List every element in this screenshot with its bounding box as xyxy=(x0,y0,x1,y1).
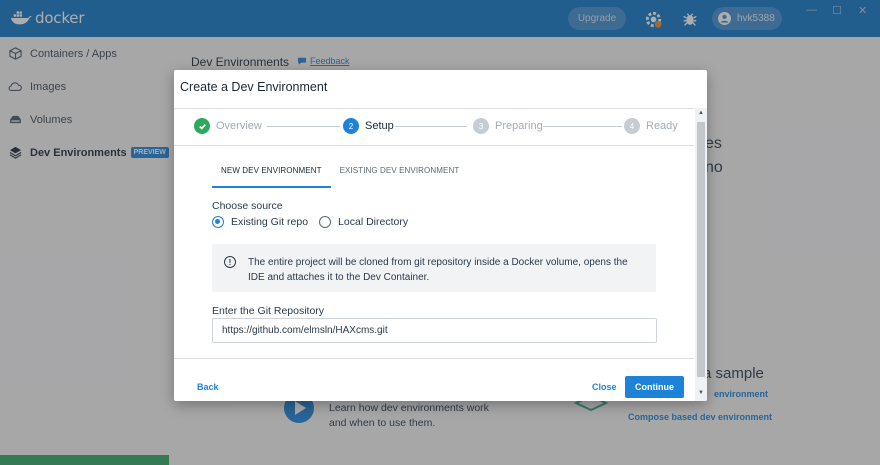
close-button[interactable]: Close xyxy=(592,382,617,392)
radio-label[interactable]: Local Directory xyxy=(338,216,408,228)
git-repository-label: Enter the Git Repository xyxy=(212,305,325,317)
info-icon: ! xyxy=(224,256,236,268)
radio-existing-git-repo[interactable] xyxy=(212,216,224,228)
step-setup: 2 Setup xyxy=(343,118,394,134)
step-ready: 4 Ready xyxy=(624,118,678,134)
check-icon xyxy=(194,118,210,134)
tab-existing-dev-environment[interactable]: EXISTING DEV ENVIRONMENT xyxy=(331,158,469,188)
scroll-down-icon[interactable]: ▼ xyxy=(698,390,704,396)
source-tabs: NEW DEV ENVIRONMENT EXISTING DEV ENVIRON… xyxy=(212,158,468,188)
step-connector xyxy=(267,126,340,127)
tab-new-dev-environment[interactable]: NEW DEV ENVIRONMENT xyxy=(212,158,331,188)
step-connector xyxy=(543,126,622,127)
step-number: 2 xyxy=(343,118,359,134)
info-text: The entire project will be cloned from g… xyxy=(248,257,628,283)
git-repository-input[interactable] xyxy=(212,318,657,343)
step-number: 3 xyxy=(473,118,489,134)
step-preparing: 3 Preparing xyxy=(473,118,543,134)
dialog-title: Create a Dev Environment xyxy=(180,80,328,94)
step-overview: Overview xyxy=(194,118,262,134)
step-label: Ready xyxy=(646,120,678,132)
info-message: ! The entire project will be cloned from… xyxy=(212,244,656,292)
divider xyxy=(174,145,694,146)
radio-local-directory[interactable] xyxy=(319,216,332,228)
step-label: Setup xyxy=(365,120,394,132)
divider xyxy=(174,108,694,109)
continue-button[interactable]: Continue xyxy=(625,376,684,398)
divider xyxy=(174,358,694,359)
source-radio-group: Existing Git repo Local Directory xyxy=(212,216,419,228)
choose-source-label: Choose source xyxy=(212,200,283,212)
back-button[interactable]: Back xyxy=(197,382,219,392)
step-label: Preparing xyxy=(495,120,543,132)
step-number: 4 xyxy=(624,118,640,134)
radio-label[interactable]: Existing Git repo xyxy=(231,216,308,228)
scroll-up-icon[interactable]: ▲ xyxy=(698,110,704,116)
stepper: Overview 2 Setup 3 Preparing 4 Ready xyxy=(194,118,678,136)
step-connector xyxy=(395,126,467,127)
step-label: Overview xyxy=(216,120,262,132)
scrollbar-thumb[interactable] xyxy=(697,122,705,377)
create-dev-environment-dialog: Create a Dev Environment ▲ ▼ Overview 2 … xyxy=(174,70,707,401)
